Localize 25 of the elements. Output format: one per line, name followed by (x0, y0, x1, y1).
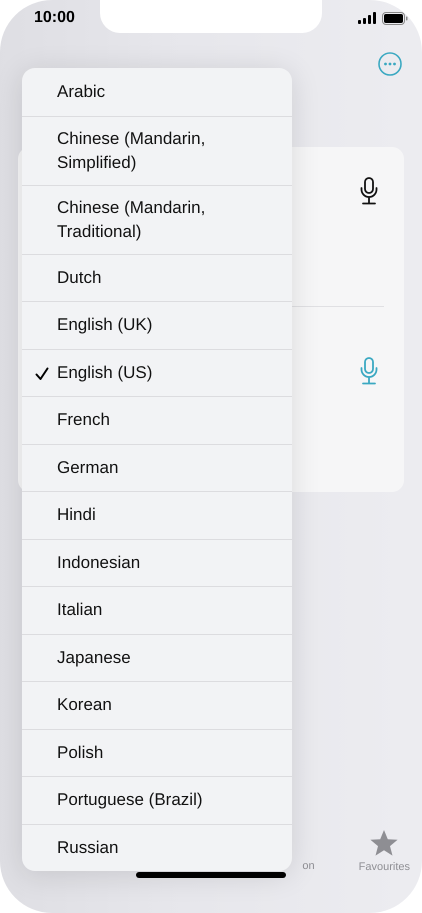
microphone-icon (359, 356, 379, 385)
status-time: 10:00 (34, 9, 75, 27)
battery-icon (382, 12, 408, 24)
microphone-button[interactable] (359, 177, 379, 205)
menu-item[interactable]: English (US) (22, 348, 292, 396)
more-icon (378, 52, 402, 76)
star-icon[interactable] (369, 829, 400, 857)
menu-item[interactable]: Chinese (Mandarin, Simplified) (22, 116, 292, 184)
menu-item[interactable]: Japanese (22, 634, 292, 681)
menu-item[interactable]: Korean (22, 681, 292, 728)
menu-item[interactable]: English (UK) (22, 301, 292, 348)
menu-item[interactable]: German (22, 444, 292, 491)
microphone-icon (359, 177, 379, 205)
menu-item[interactable]: Indonesian (22, 538, 292, 586)
menu-item[interactable]: Polish (22, 728, 292, 776)
menu-item[interactable]: Arabic (22, 68, 292, 116)
more-button[interactable] (378, 52, 402, 76)
menu-item[interactable]: Russian (22, 824, 292, 871)
menu-item[interactable]: Hindi (22, 491, 292, 538)
menu-item[interactable]: Chinese (Mandarin, Traditional) (22, 184, 292, 254)
menu-item[interactable]: Portuguese (Brazil) (22, 776, 292, 824)
menu-item[interactable]: Dutch (22, 254, 292, 301)
menu-item[interactable]: French (22, 396, 292, 444)
menu-item[interactable]: Italian (22, 586, 292, 634)
signal-icon (358, 12, 376, 24)
